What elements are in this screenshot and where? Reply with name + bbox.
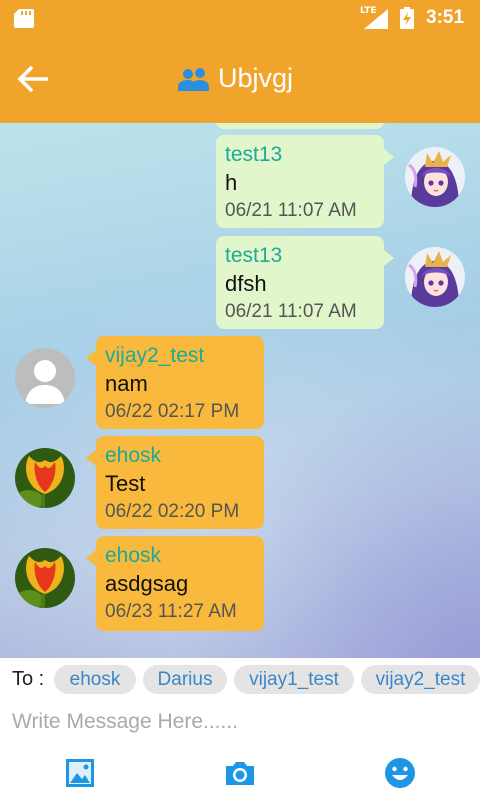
to-label: To : (12, 668, 45, 690)
sender-name: ehosk (105, 444, 162, 467)
battery-charging-icon (400, 7, 414, 29)
app-bar: Ubjvgj (0, 37, 480, 123)
camera-icon (226, 762, 254, 785)
sender-name: ehosk (105, 544, 162, 567)
message-text: Test (105, 471, 146, 496)
group-icon (178, 68, 209, 91)
emoji-button[interactable] (383, 756, 417, 790)
recipient-chip[interactable]: Darius (143, 665, 227, 694)
attachment-toolbar (0, 742, 480, 800)
recipient-chip[interactable]: ehosk (54, 665, 136, 694)
recipient-chip[interactable]: vijay2_test (361, 665, 480, 694)
message-time: 06/22 02:20 PM (105, 501, 240, 522)
image-icon (66, 759, 94, 787)
message-bubble: ehosk Test 06/22 02:20 PM (86, 436, 264, 529)
message-text: dfsh (225, 271, 267, 296)
message-time: 06/21 11:07 AM (225, 301, 357, 322)
emoji-icon (385, 758, 415, 788)
default-person-avatar-icon (15, 348, 75, 408)
message-time: 06/22 02:17 PM (105, 401, 240, 422)
avatar[interactable] (405, 247, 465, 307)
message-text: h (225, 170, 238, 195)
recipients-row: To : ehosk Darius vijay1_test vijay2_tes… (0, 658, 480, 702)
message-time: 06/21 11:07 AM (225, 200, 357, 221)
sender-name: test13 (225, 244, 283, 267)
message-time: 06/23 11:27 AM (105, 601, 237, 622)
anime-character-avatar-icon (405, 247, 465, 307)
avatar[interactable] (15, 348, 75, 408)
back-arrow-icon (17, 65, 48, 93)
message-bubble: test13 h 06/21 11:07 AM (216, 135, 394, 228)
message-bubble: ehosk asdgsag 06/23 11:27 AM (86, 536, 264, 631)
chat-title: Ubjvgj (218, 63, 294, 93)
message-input[interactable] (0, 702, 480, 742)
status-bar: LTE 3:51 (0, 0, 480, 37)
gallery-button[interactable] (64, 756, 98, 790)
message-bubble-partial (216, 123, 384, 129)
clock: 3:51 (426, 7, 465, 28)
signal-icon (364, 9, 388, 29)
tulip-avatar-icon (15, 548, 75, 608)
sender-name: vijay2_test (105, 344, 205, 367)
sender-name: test13 (225, 143, 283, 166)
avatar[interactable] (405, 147, 465, 207)
anime-character-avatar-icon (405, 147, 465, 207)
avatar[interactable] (15, 548, 75, 608)
message-text: nam (105, 371, 148, 396)
message-list[interactable]: test13 h 06/21 11:07 AM test13 dfsh 06/2… (0, 123, 480, 658)
tulip-avatar-icon (15, 448, 75, 508)
sd-card-icon (14, 9, 34, 28)
message-bubble: test13 dfsh 06/21 11:07 AM (216, 236, 394, 329)
camera-button[interactable] (223, 756, 257, 790)
message-text: asdgsag (105, 571, 189, 596)
avatar[interactable] (15, 448, 75, 508)
back-button[interactable] (8, 57, 56, 101)
recipient-chip[interactable]: vijay1_test (234, 665, 354, 694)
message-bubble: vijay2_test nam 06/22 02:17 PM (86, 336, 264, 429)
